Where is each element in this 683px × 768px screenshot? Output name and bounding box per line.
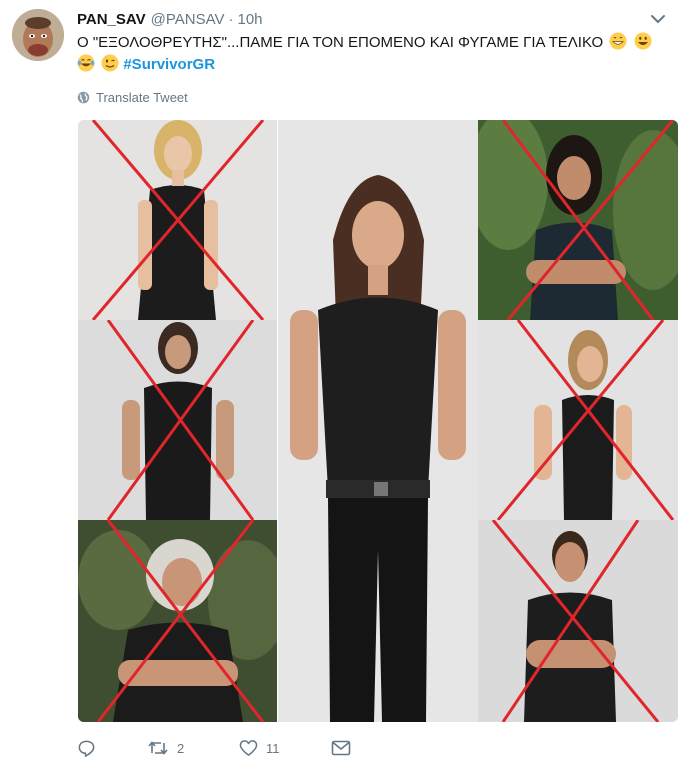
translate-tweet-link[interactable]: Translate Tweet bbox=[77, 90, 188, 105]
tweet-actions: 2 11 bbox=[77, 733, 351, 763]
tweet-text: Ο "ΕΞΟΛΟΘΡΕΥΤΗΣ"...ΠΑΜΕ ΓΙΑ ΤΟΝ ΕΠΟΜΕΝΟ … bbox=[77, 32, 677, 76]
user-name[interactable]: PAN_SAV bbox=[77, 11, 146, 28]
photo-contestant-5 bbox=[478, 320, 678, 520]
direct-message-button[interactable] bbox=[331, 740, 351, 756]
separator: · bbox=[228, 10, 234, 28]
contestant-photo bbox=[478, 120, 678, 320]
retweet-button[interactable]: 2 bbox=[147, 739, 239, 757]
retweet-count: 2 bbox=[177, 740, 185, 756]
user-handle[interactable]: @PANSAV bbox=[151, 11, 225, 28]
tweet-header: PAN_SAV @PANSAV · 10h bbox=[77, 8, 671, 30]
contestant-photo bbox=[91, 120, 265, 320]
contestant-photo bbox=[106, 320, 255, 520]
photo-contestant-2 bbox=[78, 320, 277, 520]
timestamp[interactable]: 10h bbox=[238, 11, 263, 28]
photo-contestant-3 bbox=[78, 520, 277, 722]
photo-contestant-1 bbox=[78, 120, 277, 320]
tweet-photo-collage[interactable] bbox=[78, 120, 678, 722]
like-button[interactable]: 11 bbox=[239, 739, 331, 757]
reply-button[interactable] bbox=[77, 739, 147, 758]
grinning-emoji-icon bbox=[609, 32, 627, 50]
contestant-photo bbox=[496, 320, 675, 520]
like-count: 11 bbox=[266, 740, 280, 756]
globe-icon bbox=[77, 91, 90, 104]
like-icon bbox=[239, 740, 258, 756]
main-contestant-photo bbox=[290, 175, 466, 722]
smiley-emoji-icon bbox=[634, 32, 652, 50]
winking-emoji-icon bbox=[101, 54, 119, 72]
hashtag-link[interactable]: #SurvivorGR bbox=[123, 56, 215, 73]
avatar-image bbox=[12, 9, 64, 61]
chevron-down-icon[interactable] bbox=[649, 10, 667, 28]
contestant-photo bbox=[491, 520, 660, 722]
translate-label: Translate Tweet bbox=[96, 90, 188, 105]
retweet-icon bbox=[148, 741, 168, 755]
photo-contestant-6 bbox=[478, 520, 678, 722]
tears-of-joy-emoji-icon bbox=[77, 54, 95, 72]
tweet-text-line: Ο "ΕΞΟΛΟΘΡΕΥΤΗΣ"...ΠΑΜΕ ΓΙΑ ΤΟΝ ΕΠΟΜΕΝΟ … bbox=[77, 34, 604, 51]
message-icon bbox=[331, 740, 351, 756]
photo-contestant-4 bbox=[478, 120, 678, 320]
reply-icon bbox=[78, 740, 95, 757]
avatar[interactable] bbox=[12, 9, 64, 61]
contestant-photo bbox=[78, 520, 277, 722]
photo-main-contestant bbox=[277, 120, 480, 722]
